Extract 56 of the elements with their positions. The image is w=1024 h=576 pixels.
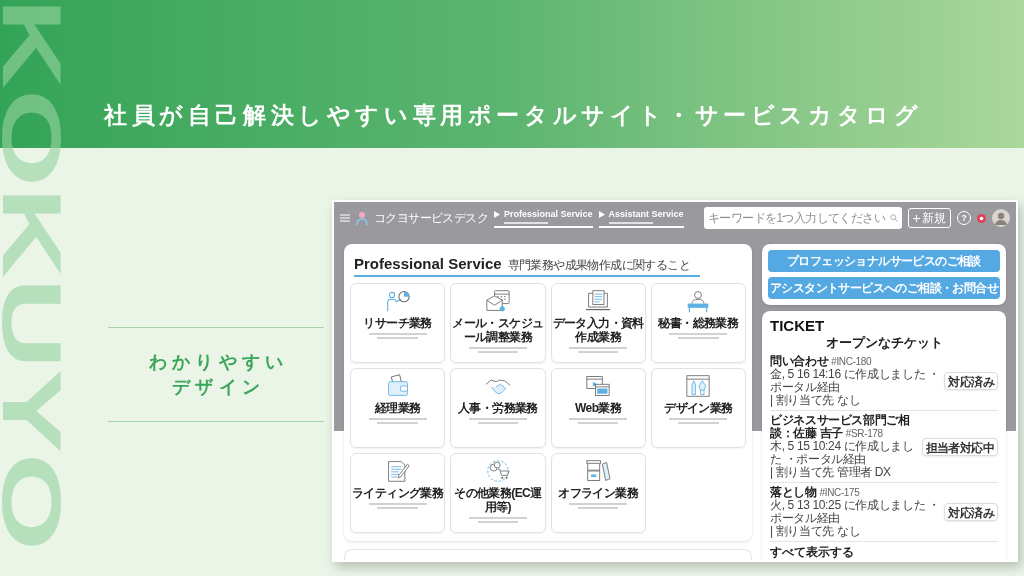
ticket-meta: 木, 5 15 10:24 に作成しました ・ポータル経由 [770, 440, 915, 466]
status-button[interactable]: 対応済み [944, 372, 998, 390]
greeked-text-drawing [669, 418, 728, 424]
feature-heading: わかりやすいデザイン [148, 350, 289, 399]
plus-icon [913, 214, 920, 222]
ticket-title[interactable]: ビジネスサービス部門ご相談：佐藤 吉子 #SR-178 [770, 414, 918, 440]
play-triangle-icon [598, 210, 605, 218]
play-triangle-icon [494, 210, 500, 218]
pencil-pen-icon [684, 374, 713, 398]
greeked-text-drawing [569, 418, 628, 424]
status-button[interactable]: 担当者対応中 [921, 437, 998, 456]
ticket-meta: 金, 5 16 14:16 に作成しました ・ポータル経由 [770, 368, 941, 394]
ticket-assignee: | 割り当て先 なし [770, 394, 862, 407]
service-card[interactable]: 秘書・総務業務 [650, 283, 746, 363]
panel-subtitle: 専門業務や成果物作成に関すること [507, 258, 690, 273]
greeked-text-drawing [569, 347, 628, 353]
greeked-text-drawing [368, 418, 427, 424]
greeked-text-drawing [669, 333, 728, 339]
service-card[interactable]: Web業務 [550, 368, 646, 448]
browser-windows-icon [584, 374, 613, 398]
person-logo-icon [356, 211, 368, 225]
service-card[interactable]: データ入力・資料作成業務 [550, 283, 646, 363]
avatar-icon[interactable] [992, 209, 1010, 227]
status-button[interactable]: 対応済み [944, 503, 998, 521]
service-card[interactable]: リサーチ業務 [350, 283, 446, 363]
ticket-meta: 火, 5 13 10:25 に作成しました ・ポータル経由 [770, 499, 941, 525]
menu-icon[interactable] [340, 214, 350, 222]
boxes-binder-icon [584, 459, 613, 483]
ring-dot-icon[interactable] [977, 213, 986, 223]
search-icon [890, 214, 898, 222]
brand-wordmark: KOKUYO [0, 0, 64, 552]
ticket-assignee: | 割り当て先 管理者 DX [770, 466, 892, 479]
greeked-text-drawing [368, 333, 427, 339]
ticket-panel-title: TICKET [770, 317, 826, 334]
laptop-documents-icon [584, 289, 613, 313]
envelope-calendar-icon [483, 289, 512, 313]
show-all-link[interactable]: すべて表示する [770, 545, 998, 559]
greeked-text-drawing [468, 517, 527, 523]
service-card[interactable]: 経理業務 [350, 368, 446, 448]
service-card[interactable]: その他業務(EC運用等) [450, 453, 546, 533]
greeked-text-drawing [368, 503, 427, 509]
greeked-text-drawing [468, 347, 527, 353]
service-card[interactable]: メール・スケジュール調整業務 [450, 283, 546, 363]
search-field[interactable]: キーワードを1つ入力してください [704, 207, 902, 229]
ticket-panel-heading: オープンなチケット [824, 335, 944, 350]
panel-title: Professional Service [354, 255, 502, 273]
ticket-title[interactable]: 問い合わせ #INC-180 [770, 355, 941, 368]
service-card[interactable]: 人事・労務業務 [450, 368, 546, 448]
slide-title: 社員が自己解決しやすい専用ポータルサイト・サービスカタログ [104, 101, 923, 129]
ticket-title[interactable]: 落とし物 #INC-175 [770, 486, 941, 499]
ticket-assignee: | 割り当て先 なし [770, 525, 862, 538]
service-card[interactable]: ライティング業務 [350, 453, 446, 533]
service-card[interactable]: デザイン業務 [650, 368, 746, 448]
greeked-text-drawing [468, 418, 527, 424]
greeked-text-drawing [569, 503, 628, 509]
service-card[interactable]: オフライン業務 [550, 453, 646, 533]
